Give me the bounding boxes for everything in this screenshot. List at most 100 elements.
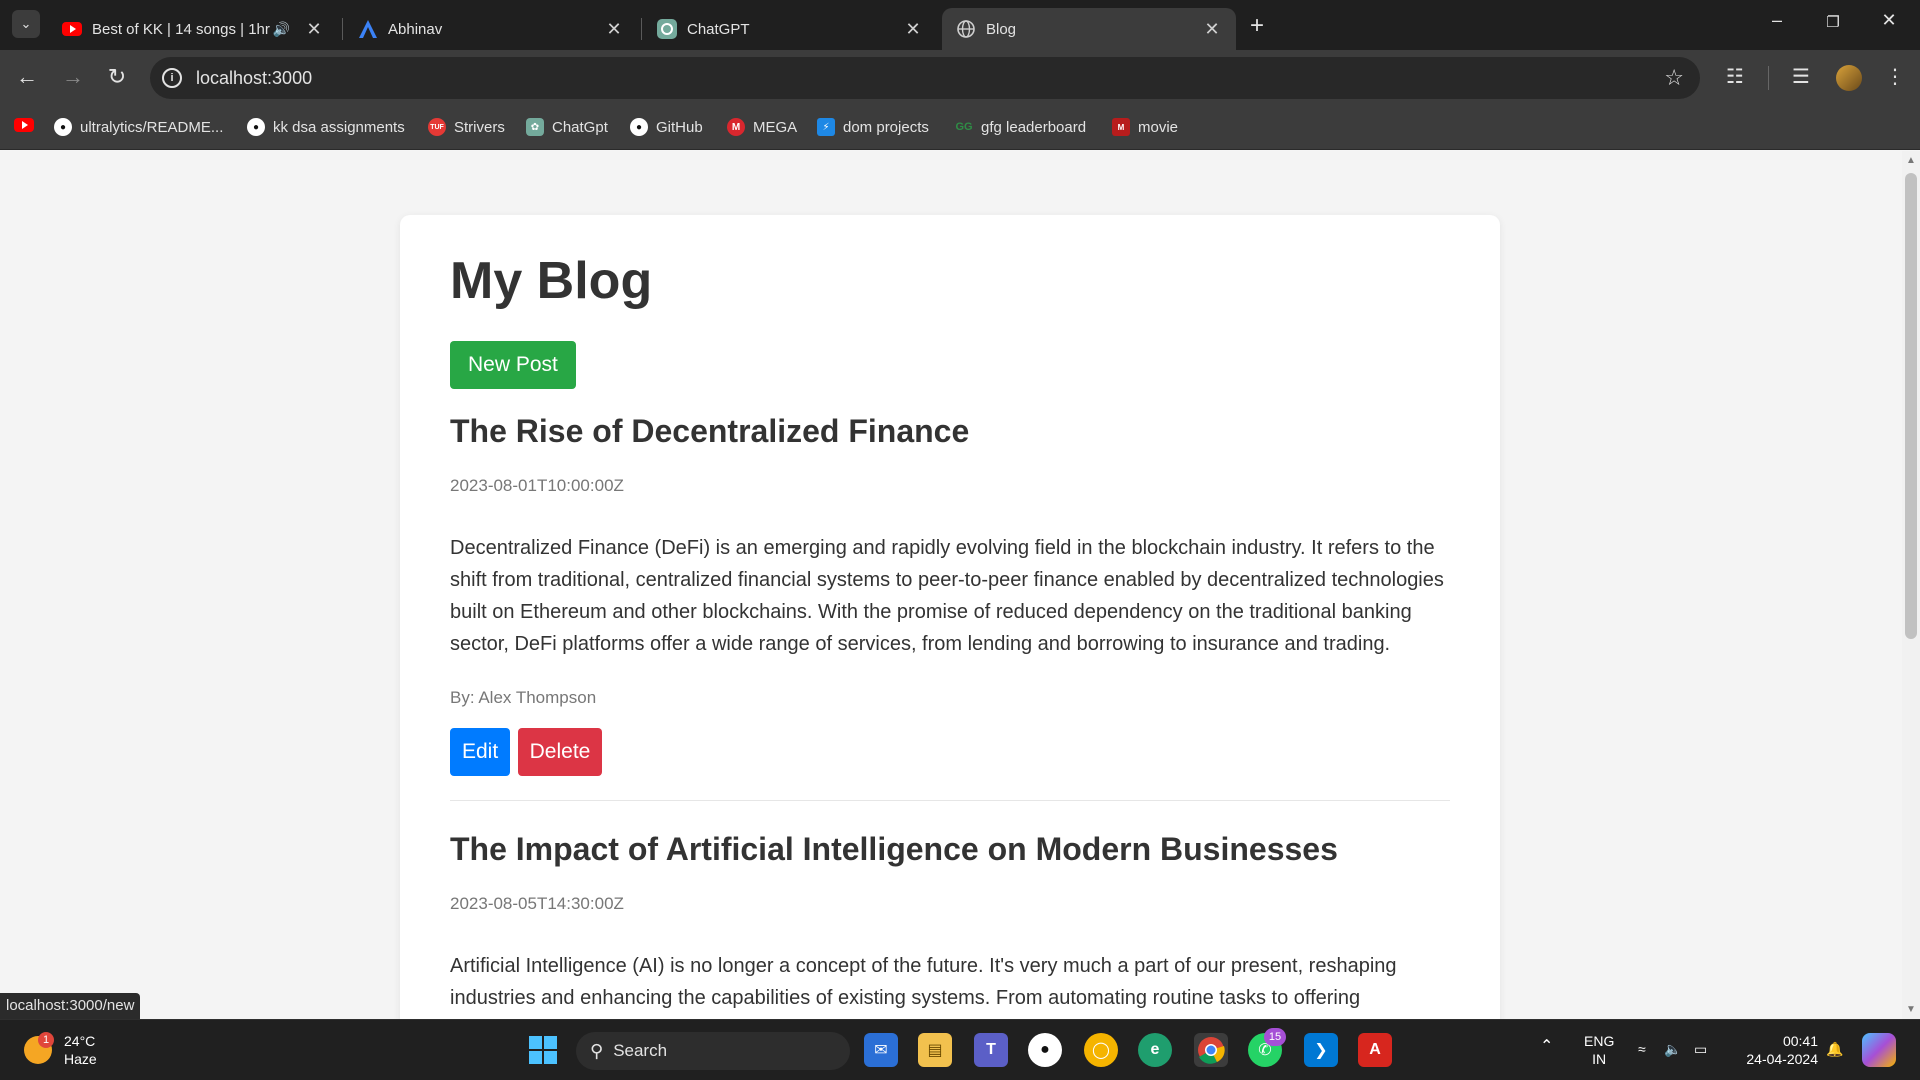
bookmark-label: kk dsa assignments bbox=[273, 118, 405, 136]
acrobat-app[interactable]: A bbox=[1358, 1033, 1392, 1067]
bookmark-star-icon[interactable]: ☆ bbox=[1664, 65, 1684, 91]
vscode-app[interactable]: ❯ bbox=[1304, 1033, 1338, 1067]
chrome-app[interactable] bbox=[1194, 1033, 1228, 1067]
close-icon[interactable]: ✕ bbox=[1202, 19, 1222, 40]
plus-icon: + bbox=[1249, 12, 1264, 39]
tab-youtube[interactable]: Best of KK | 14 songs | 1hr n 🔊 ✕ bbox=[48, 8, 338, 50]
tab-separator bbox=[641, 18, 642, 40]
tab-blog[interactable]: Blog ✕ bbox=[942, 8, 1236, 50]
close-icon[interactable]: ✕ bbox=[304, 19, 324, 40]
tab-abhinav[interactable]: Abhinav ✕ bbox=[344, 8, 638, 50]
tuf-icon: TUF bbox=[428, 118, 446, 136]
chrome-canary-app[interactable]: ◯ bbox=[1084, 1033, 1118, 1067]
close-icon[interactable]: ✕ bbox=[903, 19, 923, 40]
clock[interactable]: 00:41 24-04-2024 bbox=[1738, 1032, 1818, 1068]
teams-app[interactable]: T bbox=[974, 1033, 1008, 1067]
weather-temp: 24°C bbox=[64, 1033, 96, 1049]
back-button[interactable]: ← bbox=[12, 64, 42, 90]
canary-icon: ◯ bbox=[1092, 1042, 1110, 1059]
reload-icon: ↻ bbox=[107, 64, 127, 89]
taskbar-search[interactable]: ⚲ Search bbox=[576, 1032, 850, 1070]
post-item: The Rise of Decentralized Finance 2023-0… bbox=[450, 413, 1450, 801]
post-title: The Impact of Artificial Intelligence on… bbox=[450, 831, 1338, 867]
minimize-icon: – bbox=[1771, 10, 1782, 30]
pdf-icon: A bbox=[1369, 1041, 1381, 1058]
address-url[interactable]: localhost:3000 bbox=[196, 68, 312, 89]
mail-app[interactable]: ✉ bbox=[864, 1033, 898, 1067]
github-desktop-app[interactable]: ● bbox=[1028, 1033, 1062, 1067]
copilot-button[interactable] bbox=[1862, 1033, 1896, 1067]
bookmark-label: MEGA bbox=[753, 118, 798, 136]
reload-button[interactable]: ↻ bbox=[102, 64, 132, 90]
show-hidden-icons-button[interactable]: ⌃ bbox=[1540, 1038, 1553, 1056]
bookmark-youtube[interactable] bbox=[14, 118, 34, 136]
delete-button[interactable]: Delete bbox=[517, 728, 603, 776]
language-top: ENG bbox=[1584, 1033, 1615, 1049]
close-icon[interactable]: ✕ bbox=[604, 19, 624, 40]
tab-chatgpt[interactable]: ChatGPT ✕ bbox=[643, 8, 937, 50]
file-explorer-app[interactable]: ▤ bbox=[918, 1033, 952, 1067]
mega-icon: M bbox=[727, 118, 745, 136]
bookmark-mega[interactable]: M MEGA bbox=[727, 118, 797, 136]
tab-title: Abhinav bbox=[388, 20, 443, 38]
bookmark-label: Strivers bbox=[454, 118, 505, 136]
edit-button[interactable]: Edit bbox=[450, 728, 511, 776]
bookmark-chatgpt[interactable]: ✿ ChatGpt bbox=[526, 118, 608, 136]
language-bottom: IN bbox=[1592, 1051, 1607, 1067]
toolbar-divider bbox=[1768, 66, 1769, 90]
scroll-down-icon[interactable]: ▼ bbox=[1906, 1004, 1916, 1015]
edge-app[interactable]: e bbox=[1138, 1033, 1172, 1067]
bell-icon: 🔔 bbox=[1826, 1041, 1844, 1057]
bookmark-movie[interactable]: M movie bbox=[1112, 118, 1178, 136]
puzzle-icon: ☷ bbox=[1726, 66, 1744, 88]
volume-status[interactable]: 🔈 bbox=[1664, 1040, 1681, 1058]
youtube-icon bbox=[62, 19, 82, 39]
clock-time: 00:41 bbox=[1782, 1033, 1818, 1049]
playlist-icon: ☰ bbox=[1792, 66, 1810, 88]
forward-button[interactable]: → bbox=[58, 64, 88, 90]
bookmark-dom-projects[interactable]: ⚡ dom projects bbox=[817, 118, 929, 136]
new-tab-button[interactable]: + bbox=[1244, 12, 1270, 40]
mail-icon: ✉ bbox=[874, 1042, 888, 1059]
weather-widget[interactable]: 1 24°C Haze bbox=[24, 1032, 97, 1068]
address-bar[interactable]: i localhost:3000 ☆ bbox=[150, 57, 1700, 99]
bookmark-label: gfg leaderboard bbox=[981, 118, 1087, 136]
bookmark-label: GitHub bbox=[656, 118, 703, 136]
globe-icon bbox=[956, 19, 976, 39]
extensions-button[interactable]: ☷ bbox=[1720, 64, 1750, 89]
bookmark-gfg[interactable]: GG gfg leaderboard bbox=[955, 118, 1086, 136]
post-title: The Rise of Decentralized Finance bbox=[450, 413, 970, 449]
battery-status[interactable]: ▭ bbox=[1694, 1040, 1707, 1058]
post-date: 2023-08-01T10:00:00Z bbox=[450, 476, 624, 495]
scroll-up-icon[interactable]: ▲ bbox=[1906, 155, 1916, 166]
bookmark-label: movie bbox=[1138, 118, 1179, 136]
bookmark-github[interactable]: ● GitHub bbox=[630, 118, 703, 136]
page-scrollbar[interactable]: ▲ ▼ bbox=[1902, 151, 1920, 1019]
media-control-button[interactable]: ☰ bbox=[1786, 64, 1816, 89]
minimize-button[interactable]: – bbox=[1764, 10, 1790, 31]
speaker-icon[interactable]: 🔊 bbox=[273, 21, 290, 38]
bookmark-kk-dsa[interactable]: ● kk dsa assignments bbox=[247, 118, 405, 136]
chevron-down-icon: ⌄ bbox=[20, 16, 32, 31]
bookmark-ultralytics[interactable]: ● ultralytics/README... bbox=[54, 118, 223, 136]
bookmark-strivers[interactable]: TUF Strivers bbox=[428, 118, 505, 136]
profile-avatar[interactable] bbox=[1836, 65, 1862, 91]
restore-button[interactable]: ❐ bbox=[1820, 13, 1846, 31]
language-indicator[interactable]: ENG IN bbox=[1584, 1032, 1614, 1068]
close-window-button[interactable]: ✕ bbox=[1876, 10, 1902, 31]
start-button[interactable] bbox=[526, 1033, 560, 1067]
new-post-button[interactable]: New Post bbox=[450, 341, 576, 389]
bookmarks-bar: ● ultralytics/README... ● kk dsa assignm… bbox=[0, 108, 1920, 150]
tab-title: ChatGPT bbox=[687, 20, 750, 38]
arrow-left-icon: ← bbox=[16, 64, 38, 89]
network-status[interactable]: ≈ bbox=[1638, 1040, 1646, 1058]
menu-button[interactable]: ⋮ bbox=[1880, 64, 1910, 89]
notification-badge: 15 bbox=[1264, 1028, 1286, 1046]
site-info-icon[interactable]: i bbox=[162, 68, 182, 88]
restore-icon: ❐ bbox=[1826, 14, 1840, 31]
scrollbar-thumb[interactable] bbox=[1905, 173, 1917, 639]
kebab-menu-icon: ⋮ bbox=[1885, 66, 1905, 88]
notifications-button[interactable]: 🔔 bbox=[1826, 1040, 1843, 1058]
tab-search-button[interactable]: ⌄ bbox=[12, 10, 40, 38]
page-viewport: My Blog New Post The Rise of Decentraliz… bbox=[0, 151, 1902, 1019]
